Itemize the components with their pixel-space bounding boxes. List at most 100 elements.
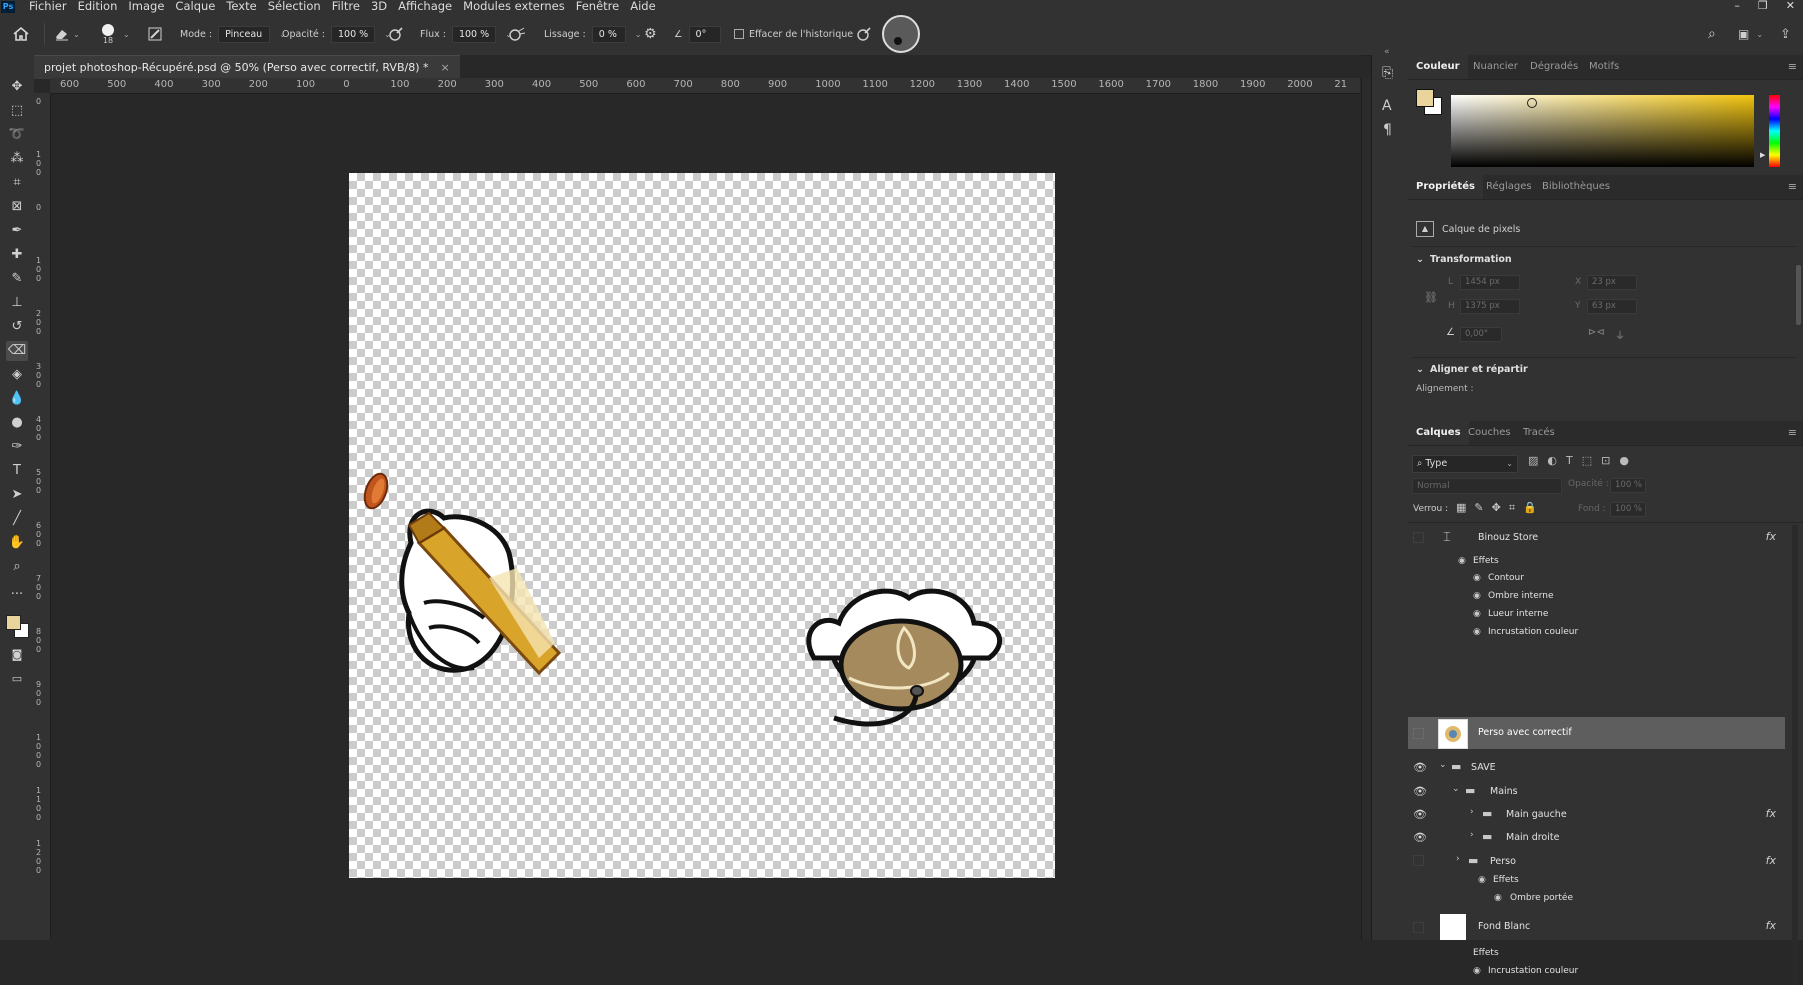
eye-icon[interactable]: 👁 xyxy=(1413,831,1427,844)
effect-row[interactable]: ◉ Incrustation couleur xyxy=(1408,964,1785,980)
menu-aide[interactable]: Aide xyxy=(630,0,655,13)
clone-stamp-tool[interactable]: ⊥ xyxy=(6,293,28,313)
blend-mode-select[interactable]: Normal xyxy=(1412,478,1562,494)
close-window-button[interactable]: ✕ xyxy=(1786,0,1795,12)
eye-icon[interactable]: 👁 xyxy=(1413,785,1427,798)
flip-vertical-icon[interactable]: ⏚ xyxy=(1615,327,1625,342)
color-picker-cursor[interactable] xyxy=(1527,98,1537,108)
group-row[interactable]: › ▬ Perso fx xyxy=(1408,852,1785,872)
eye-icon[interactable]: ◉ xyxy=(1473,573,1481,583)
fx-icon[interactable]: fx xyxy=(1766,919,1776,932)
properties-scrollbar[interactable] xyxy=(1796,265,1801,325)
document-tab[interactable]: projet photoshop-Récupéré.psd @ 50% (Per… xyxy=(34,55,460,79)
color-field[interactable] xyxy=(1451,95,1754,167)
collapse-dock-icon[interactable]: « xyxy=(1384,47,1390,57)
menu-calque[interactable]: Calque xyxy=(175,0,215,13)
layer-opacity-field[interactable]: 100 % xyxy=(1610,478,1646,493)
effects-row[interactable]: ◉ Effets xyxy=(1408,873,1785,889)
share-button[interactable]: ⇪ xyxy=(1780,13,1791,55)
brush-tool[interactable]: ✎ xyxy=(6,269,28,289)
mode-select[interactable]: Pinceau xyxy=(218,25,271,43)
effect-row[interactable]: ◉ Ombre interne xyxy=(1408,589,1785,605)
lock-position-icon[interactable]: ✥ xyxy=(1492,501,1501,515)
eye-icon[interactable]: ◉ xyxy=(1473,966,1481,976)
effect-row[interactable]: ◉ Incrustation couleur xyxy=(1408,625,1785,641)
group-row[interactable]: 👁 ⌄ ▬ Mains xyxy=(1408,782,1785,802)
tab-proprietes[interactable]: Propriétés xyxy=(1408,175,1483,199)
dodge-tool[interactable]: ● xyxy=(6,413,28,433)
effects-row[interactable]: ◉ Effets xyxy=(1408,554,1785,570)
chevron-right-icon[interactable]: › xyxy=(1470,830,1474,840)
marquee-tool[interactable]: ⬚ xyxy=(6,101,28,121)
smoothing-field[interactable]: 0 % xyxy=(591,25,626,43)
pressure-opacity-button[interactable] xyxy=(388,13,404,55)
transform-section-header[interactable]: ⌄ Transformation xyxy=(1416,254,1512,265)
layer-row-selected[interactable]: Perso avec correctif xyxy=(1408,717,1785,749)
layer-filter-select[interactable]: ⌕ Type ⌄ xyxy=(1412,455,1518,473)
chevron-right-icon[interactable]: › xyxy=(1456,854,1460,864)
link-icon[interactable]: ⛓ xyxy=(1424,291,1438,304)
chevron-down-icon[interactable]: ⌄ xyxy=(1452,784,1460,794)
home-button[interactable] xyxy=(12,13,30,55)
chevron-right-icon[interactable]: › xyxy=(1470,807,1474,817)
smoothing-settings-button[interactable]: ⚙ xyxy=(644,13,657,55)
tab-nuancier[interactable]: Nuancier xyxy=(1465,55,1526,79)
menu-selection[interactable]: Sélection xyxy=(268,0,321,13)
foreground-color-swatch[interactable] xyxy=(6,615,21,630)
panel-menu-icon[interactable]: ≡ xyxy=(1788,180,1797,193)
crop-tool[interactable]: ⌗ xyxy=(6,173,28,193)
eye-icon[interactable]: ◉ xyxy=(1473,627,1481,637)
lock-transparency-icon[interactable]: ▦ xyxy=(1456,501,1466,515)
zoom-tool[interactable]: ⌕ xyxy=(6,557,28,577)
lasso-tool[interactable]: ➰ xyxy=(6,125,28,145)
group-row[interactable]: 👁 ⌄ ▬ SAVE xyxy=(1408,758,1785,778)
adjustment-filter-icon[interactable]: ◐ xyxy=(1547,454,1557,467)
airbrush-button[interactable] xyxy=(508,13,526,55)
type-filter-icon[interactable]: T xyxy=(1566,454,1573,467)
hue-slider[interactable] xyxy=(1769,95,1780,167)
workspace-switcher[interactable]: ▣ ⌄ xyxy=(1738,13,1763,55)
menu-edition[interactable]: Edition xyxy=(78,0,118,13)
tab-reglages[interactable]: Réglages xyxy=(1478,175,1540,199)
visibility-toggle[interactable] xyxy=(1413,728,1424,739)
paint-bucket-tool[interactable]: ◈ xyxy=(6,365,28,385)
menu-image[interactable]: Image xyxy=(128,0,164,13)
menu-3d[interactable]: 3D xyxy=(371,0,387,13)
color-swatches-panel[interactable] xyxy=(1414,87,1444,117)
fx-icon[interactable]: fx xyxy=(1766,854,1776,867)
quick-mask-button[interactable]: ◙ xyxy=(6,645,28,665)
rotation-field[interactable]: 0,00° xyxy=(1460,327,1502,342)
effects-row[interactable]: Effets xyxy=(1408,946,1785,962)
pressure-size-button[interactable] xyxy=(856,13,872,55)
minimize-button[interactable]: – xyxy=(1734,0,1740,12)
brush-size-picker[interactable]: 18 xyxy=(102,13,114,55)
eye-icon[interactable]: ◉ xyxy=(1473,609,1481,619)
search-button[interactable]: ⌕ xyxy=(1708,13,1716,55)
chevron-down-icon[interactable]: ⌄ xyxy=(1439,760,1447,770)
foreground-color-swatch[interactable] xyxy=(1416,89,1434,107)
tab-bibliotheques[interactable]: Bibliothèques xyxy=(1534,175,1618,199)
image-filter-icon[interactable]: ▨ xyxy=(1528,454,1538,467)
eye-icon[interactable]: ◉ xyxy=(1458,556,1466,566)
flip-horizontal-icon[interactable]: ⊳⊲ xyxy=(1588,327,1605,338)
fx-icon[interactable]: fx xyxy=(1766,807,1776,820)
character-panel-icon[interactable]: A xyxy=(1382,98,1392,114)
move-tool[interactable]: ✥ xyxy=(6,77,28,97)
menu-fenetre[interactable]: Fenêtre xyxy=(576,0,619,13)
menu-modules-externes[interactable]: Modules externes xyxy=(463,0,565,13)
y-field[interactable]: 63 px xyxy=(1587,299,1637,314)
x-field[interactable]: 23 px xyxy=(1587,275,1637,290)
eye-icon[interactable]: ◉ xyxy=(1478,875,1486,885)
effect-row[interactable]: ◉ Ombre portée xyxy=(1408,891,1785,907)
lock-artboard-icon[interactable]: ⌗ xyxy=(1509,501,1515,515)
flux-field[interactable]: 100 % xyxy=(451,25,497,43)
paragraph-panel-icon[interactable]: ¶ xyxy=(1383,122,1392,138)
angle-field[interactable]: 0° xyxy=(688,25,721,43)
group-row[interactable]: 👁 › ▬ Main gauche fx xyxy=(1408,805,1785,825)
eyedropper-tool[interactable]: ✒ xyxy=(6,221,28,241)
erase-history-checkbox[interactable]: Effacer de l'historique xyxy=(734,13,853,55)
healing-brush-tool[interactable]: ✚ xyxy=(6,245,28,265)
history-panel-icon[interactable]: ⎘ xyxy=(1382,65,1393,81)
document-canvas[interactable] xyxy=(349,173,1055,878)
lock-all-icon[interactable]: 🔒 xyxy=(1523,501,1537,515)
